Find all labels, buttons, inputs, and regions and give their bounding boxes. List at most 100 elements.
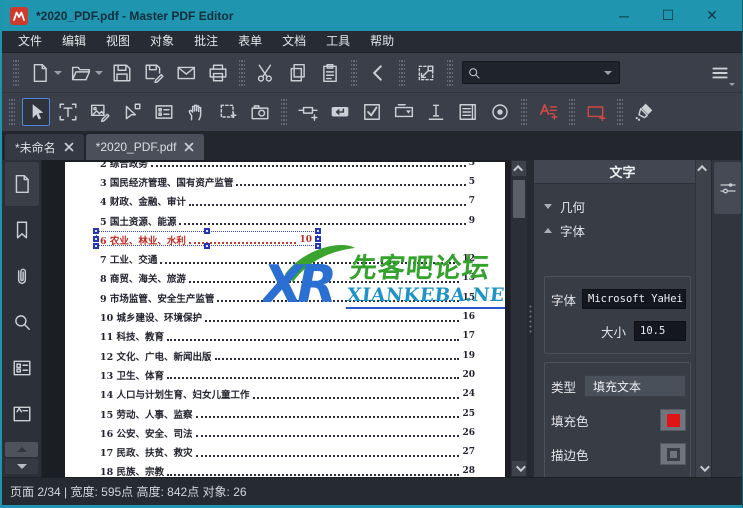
- toc-row[interactable]: 5 国土资源、能源9: [100, 211, 475, 230]
- font-size-field[interactable]: 10.5: [634, 321, 686, 341]
- close-button[interactable]: ✕: [690, 3, 734, 29]
- selection-handle[interactable]: [93, 228, 99, 234]
- add-text-annotation-tool[interactable]: [534, 98, 562, 126]
- toolbar-grip[interactable]: [281, 99, 287, 125]
- tab-untitled[interactable]: *未命名: [5, 134, 84, 160]
- pages-panel-button[interactable]: [5, 162, 39, 206]
- selection-handle[interactable]: [204, 228, 210, 234]
- fit-page-button[interactable]: [412, 59, 440, 87]
- copy-button[interactable]: [284, 59, 312, 87]
- menu-item[interactable]: 文档: [272, 31, 316, 52]
- font-section-header[interactable]: 字体: [542, 218, 691, 242]
- textfield-tool[interactable]: [422, 98, 450, 126]
- menu-item[interactable]: 批注: [184, 31, 228, 52]
- toc-row[interactable]: 7 工业、交通12: [100, 249, 475, 268]
- toolbar-menu-button[interactable]: [706, 59, 734, 87]
- back-button[interactable]: [364, 59, 392, 87]
- form-fields-panel-button[interactable]: [5, 346, 39, 390]
- toolbar-grip[interactable]: [13, 60, 19, 86]
- enter-key-tool[interactable]: [326, 98, 354, 126]
- open-file-dropdown-icon[interactable]: [95, 71, 103, 75]
- save-button[interactable]: [108, 59, 136, 87]
- properties-toggle-button[interactable]: [714, 162, 741, 214]
- signatures-panel-button[interactable]: [5, 392, 39, 436]
- toolbar-grip[interactable]: [617, 99, 623, 125]
- pdf-page[interactable]: 2 综合政务33 国民经济管理、国有资产监管54 财政、金融、审计75 国土资源…: [65, 162, 505, 477]
- panel-splitter[interactable]: [527, 160, 534, 477]
- toolbar-grip[interactable]: [447, 60, 453, 86]
- new-document-dropdown-icon[interactable]: [54, 71, 62, 75]
- combobox-tool[interactable]: [390, 98, 418, 126]
- edit-objects-tool[interactable]: [22, 98, 50, 126]
- paste-button[interactable]: [316, 59, 344, 87]
- search-box[interactable]: [462, 61, 620, 84]
- edit-text-tool[interactable]: [54, 98, 82, 126]
- toc-row[interactable]: 8 商贸、海关、旅游13: [100, 269, 475, 288]
- sidebar-scroll-up-button[interactable]: [5, 442, 38, 457]
- hand-tool[interactable]: [182, 98, 210, 126]
- edit-image-tool[interactable]: [86, 98, 114, 126]
- title-bar[interactable]: *2020_PDF.pdf - Master PDF Editor ─ ☐ ✕: [2, 0, 742, 31]
- selection-box[interactable]: [96, 231, 318, 246]
- print-button[interactable]: [204, 59, 232, 87]
- toc-row[interactable]: 4 财政、金融、审计7: [100, 192, 475, 211]
- sidebar-scroll-down-button[interactable]: [5, 459, 38, 474]
- edit-path-tool[interactable]: [118, 98, 146, 126]
- radio-button-tool[interactable]: [486, 98, 514, 126]
- close-tab-icon[interactable]: [64, 142, 74, 152]
- minimize-button[interactable]: ─: [602, 3, 646, 29]
- toc-row[interactable]: 12 文化、广电、新闻出版19: [100, 346, 475, 365]
- rectangle-annotation-tool[interactable]: [582, 98, 610, 126]
- search-panel-button[interactable]: [5, 300, 39, 344]
- select-text-tool[interactable]: [214, 98, 242, 126]
- attachments-panel-button[interactable]: [5, 254, 39, 298]
- snapshot-tool[interactable]: [246, 98, 274, 126]
- tab-2020-pdf[interactable]: *2020_PDF.pdf: [86, 134, 205, 160]
- toc-row[interactable]: 16 公安、安全、司法26: [100, 423, 475, 442]
- toolbar-grip[interactable]: [521, 99, 527, 125]
- toolbar-grip[interactable]: [351, 60, 357, 86]
- email-button[interactable]: [172, 59, 200, 87]
- open-file-button[interactable]: [67, 59, 95, 87]
- selection-handle[interactable]: [93, 243, 99, 249]
- menu-item[interactable]: 工具: [316, 31, 360, 52]
- toolbar-grip[interactable]: [399, 60, 405, 86]
- search-dropdown-icon[interactable]: [604, 71, 612, 75]
- toc-row[interactable]: 9 市场监管、安全生产监管15: [100, 288, 475, 307]
- selection-handle[interactable]: [204, 243, 210, 249]
- menu-item[interactable]: 表单: [228, 31, 272, 52]
- menu-item[interactable]: 视图: [96, 31, 140, 52]
- highlighter-tool[interactable]: [630, 98, 658, 126]
- menu-item[interactable]: 帮助: [360, 31, 404, 52]
- close-tab-icon[interactable]: [184, 142, 194, 152]
- cut-button[interactable]: [252, 59, 280, 87]
- listbox-tool[interactable]: [454, 98, 482, 126]
- toc-row[interactable]: 18 民族、宗教28: [100, 462, 475, 477]
- panel-scroll-down-button[interactable]: [697, 461, 710, 476]
- menu-item[interactable]: 编辑: [52, 31, 96, 52]
- type-dropdown[interactable]: 填充文本: [584, 375, 686, 397]
- scroll-down-button[interactable]: [512, 461, 526, 476]
- toc-row[interactable]: 2 综合政务3: [100, 162, 475, 172]
- panel-scrollbar[interactable]: [695, 160, 711, 477]
- toc-row[interactable]: 13 卫生、体育20: [100, 365, 475, 384]
- edit-forms-tool[interactable]: [150, 98, 178, 126]
- toc-row[interactable]: 11 科技、教育17: [100, 327, 475, 346]
- checkbox-tool[interactable]: [358, 98, 386, 126]
- toolbar-grip[interactable]: [569, 99, 575, 125]
- document-viewport[interactable]: 2 综合政务33 国民经济管理、国有资产监管54 财政、金融、审计75 国土资源…: [42, 160, 527, 477]
- toc-row[interactable]: 17 民政、扶贫、救灾27: [100, 442, 475, 461]
- stroke-color-button[interactable]: [660, 443, 686, 465]
- toc-row[interactable]: 15 劳动、人事、监察25: [100, 404, 475, 423]
- document-scrollbar[interactable]: [510, 160, 527, 477]
- toolbar-grip[interactable]: [9, 99, 15, 125]
- geometry-section-header[interactable]: 几何: [542, 194, 691, 218]
- menu-item[interactable]: 对象: [140, 31, 184, 52]
- font-name-field[interactable]: Microsoft YaHei: [582, 289, 686, 309]
- add-link-tool[interactable]: [294, 98, 322, 126]
- save-as-button[interactable]: [140, 59, 168, 87]
- scroll-up-button[interactable]: [512, 161, 526, 176]
- new-document-button[interactable]: [26, 59, 54, 87]
- menu-item[interactable]: 文件: [8, 31, 52, 52]
- selection-handle[interactable]: [315, 243, 321, 249]
